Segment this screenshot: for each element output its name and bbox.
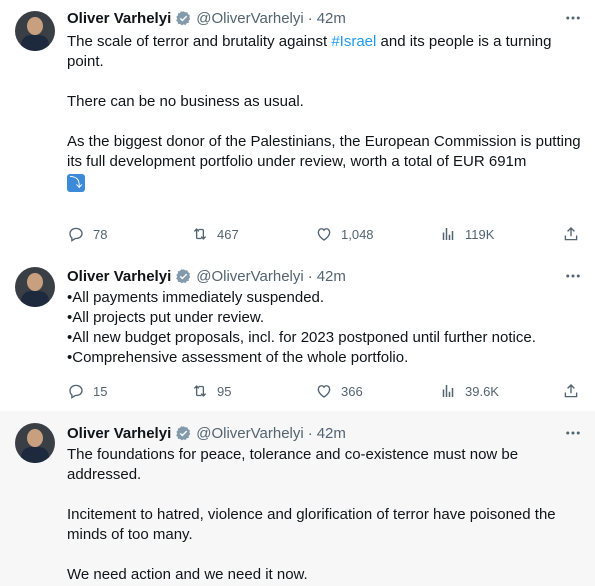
reply-button[interactable]: 15: [67, 381, 107, 401]
verified-icon: [176, 425, 191, 440]
timestamp[interactable]: 42m: [317, 425, 346, 442]
tweet-paragraph: There can be no business as usual.: [67, 93, 304, 110]
tweet-text: The scale of terror and brutality agains…: [67, 32, 582, 193]
tweet-actions: 78 467 1,048 119K: [67, 224, 582, 244]
repost-button[interactable]: 95: [191, 381, 231, 401]
more-icon[interactable]: [563, 266, 583, 286]
separator-dot: ·: [307, 9, 313, 27]
share-icon: [564, 227, 578, 241]
more-icon[interactable]: [563, 8, 583, 28]
tweet-header: Oliver Varhelyi @OliverVarhelyi · 42m: [67, 423, 346, 443]
author-handle[interactable]: @OliverVarhelyi: [196, 425, 303, 442]
reply-button[interactable]: 78: [67, 224, 107, 244]
views-button[interactable]: 39.6K: [439, 381, 499, 401]
tweet-header: Oliver Varhelyi @OliverVarhelyi · 42m: [67, 266, 346, 286]
repost-count: 467: [217, 226, 239, 242]
tweet-highlighted[interactable]: Oliver Varhelyi @OliverVarhelyi · 42m Th…: [0, 411, 595, 586]
tweet-text: •All payments immediately suspended. •Al…: [67, 288, 582, 368]
author-name[interactable]: Oliver Varhelyi: [67, 425, 171, 442]
views-count: 39.6K: [465, 383, 499, 399]
tweet-paragraph: We need action and we need it now.: [67, 566, 308, 583]
tweet[interactable]: Oliver Varhelyi @OliverVarhelyi · 42m Th…: [0, 0, 595, 265]
repost-icon: [193, 385, 207, 397]
like-icon: [317, 385, 331, 398]
tweet-header: Oliver Varhelyi @OliverVarhelyi · 42m: [67, 8, 346, 28]
repost-button[interactable]: 467: [191, 224, 239, 244]
like-count: 1,048: [341, 226, 374, 242]
like-button[interactable]: 1,048: [315, 224, 374, 244]
views-button[interactable]: 119K: [439, 224, 494, 244]
hashtag-link[interactable]: #Israel: [331, 33, 376, 50]
like-button[interactable]: 366: [315, 381, 363, 401]
tweet-paragraph: Incitement to hatred, violence and glori…: [67, 506, 560, 543]
avatar[interactable]: [15, 267, 55, 307]
right-arrow-curving-down-emoji: ⤵: [67, 174, 85, 192]
tweet-actions: 15 95 366 39.6K: [67, 381, 582, 401]
author-name[interactable]: Oliver Varhelyi: [67, 10, 171, 27]
reply-icon: [69, 227, 83, 242]
views-icon: [442, 385, 454, 397]
timestamp[interactable]: 42m: [317, 268, 346, 285]
share-icon: [564, 384, 578, 398]
author-handle[interactable]: @OliverVarhelyi: [196, 10, 303, 27]
tweet-paragraph: The foundations for peace, tolerance and…: [67, 446, 523, 483]
avatar[interactable]: [15, 423, 55, 463]
author-handle[interactable]: @OliverVarhelyi: [196, 268, 303, 285]
reply-icon: [69, 384, 83, 399]
repost-count: 95: [217, 383, 232, 399]
like-icon: [317, 228, 331, 241]
reply-count: 15: [93, 383, 108, 399]
list-item: •All projects put under review.: [67, 309, 265, 326]
verified-icon: [176, 268, 191, 283]
verified-icon: [176, 10, 191, 25]
separator-dot: ·: [307, 267, 313, 285]
author-name[interactable]: Oliver Varhelyi: [67, 268, 171, 285]
list-item: •Comprehensive assessment of the whole p…: [67, 349, 409, 366]
tweet[interactable]: Oliver Varhelyi @OliverVarhelyi · 42m •A…: [0, 265, 595, 411]
separator-dot: ·: [307, 424, 313, 442]
tweet-paragraph: The scale of terror and brutality agains…: [67, 33, 556, 70]
more-icon[interactable]: [563, 423, 583, 443]
views-count: 119K: [465, 226, 495, 242]
like-count: 366: [341, 383, 363, 399]
list-item: •All new budget proposals, incl. for 202…: [67, 329, 536, 346]
repost-icon: [193, 228, 207, 240]
share-button[interactable]: [562, 381, 580, 401]
views-icon: [442, 228, 454, 240]
avatar[interactable]: [15, 11, 55, 51]
reply-count: 78: [93, 226, 108, 242]
list-item: •All payments immediately suspended.: [67, 289, 325, 306]
timestamp[interactable]: 42m: [317, 10, 346, 27]
tweet-paragraph: As the biggest donor of the Palestinians…: [67, 133, 585, 170]
share-button[interactable]: [562, 224, 580, 244]
tweet-text: The foundations for peace, tolerance and…: [67, 445, 582, 585]
